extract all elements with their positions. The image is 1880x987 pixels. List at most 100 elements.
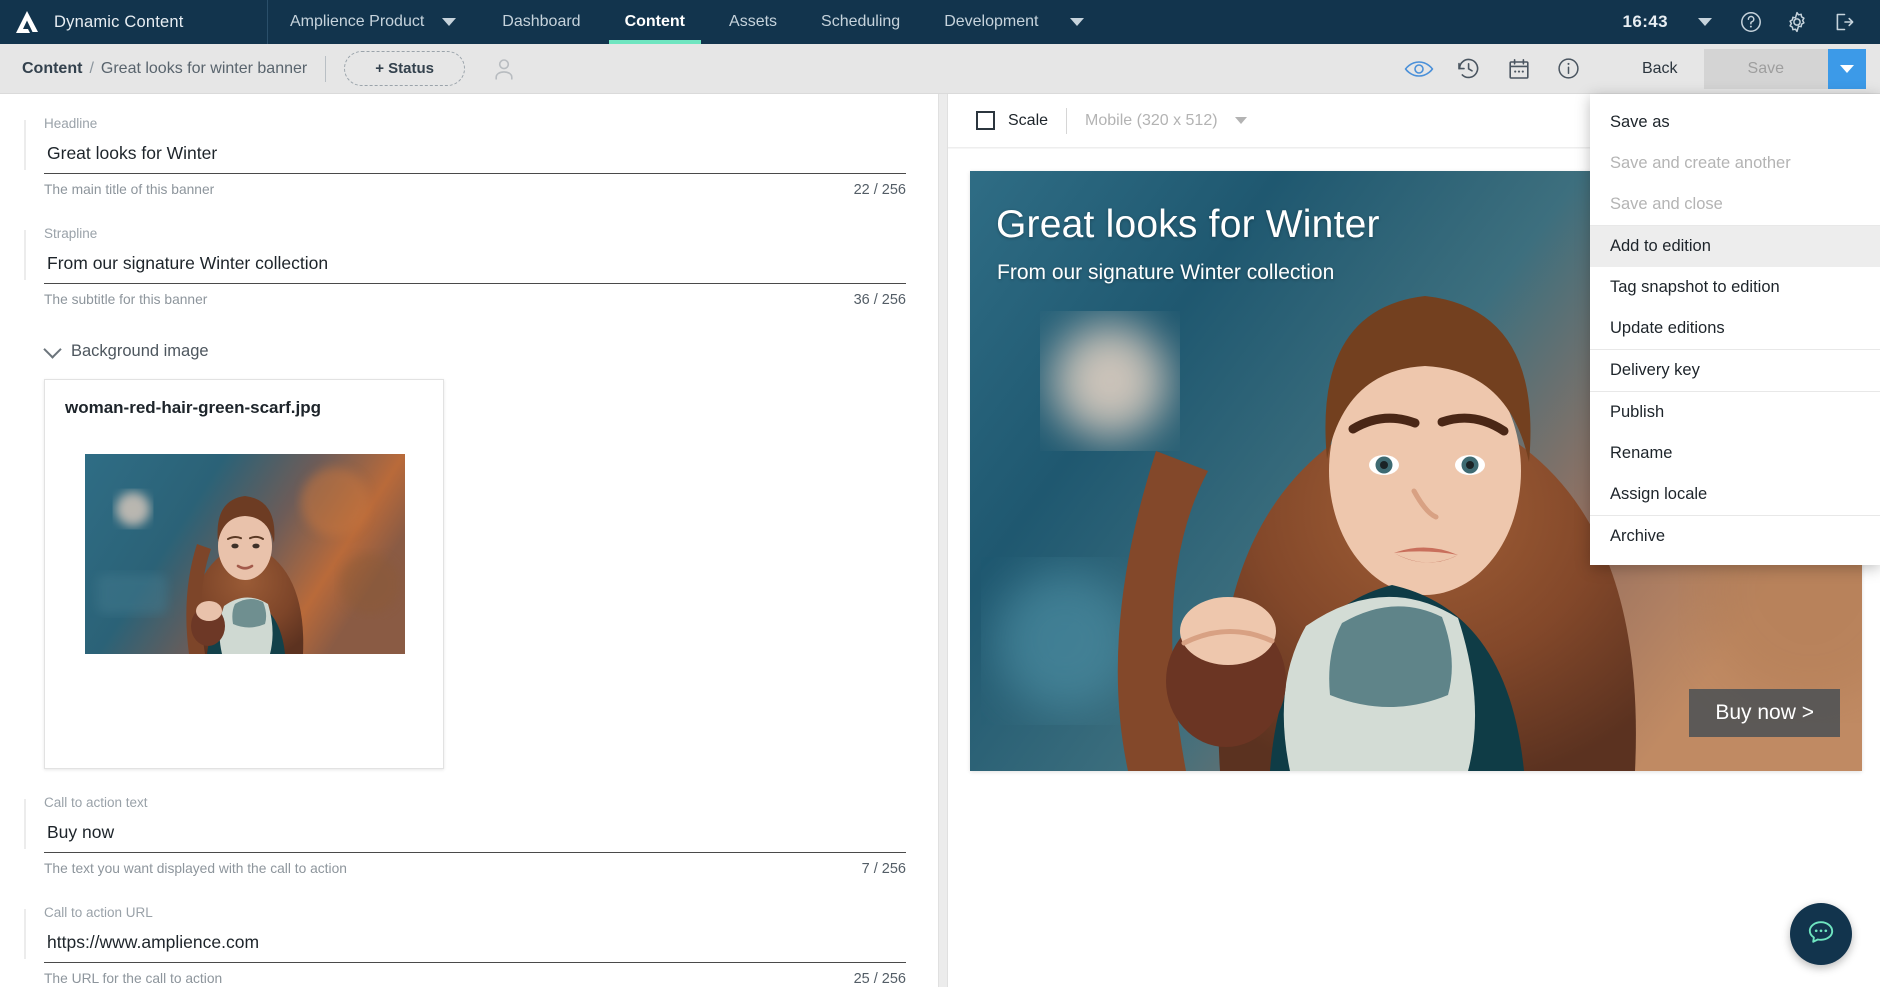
background-image-section-header[interactable]: Background image [0, 336, 938, 361]
history-clock-icon[interactable] [1448, 48, 1490, 90]
tab-development[interactable]: Development [922, 0, 1060, 44]
brand-name: Dynamic Content [54, 12, 184, 31]
tab-content-label: Content [624, 13, 686, 30]
product-switcher[interactable]: Amplience Product [268, 0, 432, 44]
scale-checkbox[interactable] [976, 111, 995, 130]
nav-more-chevron-down-icon[interactable] [1060, 0, 1108, 44]
brand-area: Dynamic Content [0, 0, 268, 44]
tab-development-label: Development [944, 13, 1039, 30]
tab-assets-label: Assets [729, 13, 778, 30]
page-action-bar: Content / Great looks for winter banner … [0, 44, 1880, 94]
tab-dashboard-label: Dashboard [502, 13, 581, 30]
menu-item-assign-locale[interactable]: Assign locale [1590, 474, 1880, 515]
chevron-down-icon [1235, 116, 1247, 124]
background-image-asset-card[interactable]: woman-red-hair-green-scarf.jpg [44, 379, 444, 769]
chevron-down-icon[interactable] [432, 0, 480, 44]
asset-thumbnail [85, 454, 405, 654]
scale-label: Scale [1008, 111, 1049, 129]
device-size-select[interactable]: Mobile (320 x 512) [1085, 112, 1247, 130]
info-circle-icon[interactable] [1548, 48, 1590, 90]
background-image-section-title: Background image [71, 342, 209, 360]
strapline-footer: The subtitle for this banner 36 / 256 [44, 292, 906, 308]
menu-item-save-and-close: Save and close [1610, 195, 1723, 213]
save-button[interactable]: Save [1703, 48, 1828, 89]
chat-support-button[interactable] [1790, 903, 1852, 965]
strapline-char-count: 36 / 256 [853, 292, 906, 308]
toolbar-divider [1066, 107, 1068, 134]
gear-icon[interactable] [1774, 0, 1820, 44]
menu-group-actions: Publish Rename Assign locale [1590, 391, 1880, 515]
tab-dashboard[interactable]: Dashboard [480, 0, 602, 44]
headline-label: Headline [44, 116, 98, 131]
pane-divider[interactable] [938, 94, 948, 987]
field-headline: Headline The main title of this banner 2… [0, 116, 938, 198]
cta-text-label: Call to action text [44, 795, 148, 810]
menu-item-delivery-key[interactable]: Delivery key [1590, 350, 1880, 391]
product-switcher-label: Amplience Product [290, 13, 425, 30]
field-cta-url: Call to action URL The URL for the call … [0, 905, 938, 987]
tab-scheduling-label: Scheduling [821, 13, 901, 30]
menu-group-delivery: Delivery key [1590, 349, 1880, 391]
question-circle-icon[interactable] [1728, 0, 1774, 44]
field-cta-text: Call to action text The text you want di… [0, 795, 938, 877]
chat-bubble-icon [1805, 916, 1837, 953]
strapline-input[interactable] [44, 251, 906, 284]
calendar-icon[interactable] [1498, 48, 1540, 90]
add-status-button[interactable]: + Status [344, 51, 465, 86]
menu-group-editions: Add to edition Tag snapshot to edition U… [1590, 225, 1880, 349]
banner-cta-button[interactable]: Buy now > [1689, 689, 1840, 737]
menu-item-tag-snapshot-to-edition[interactable]: Tag snapshot to edition [1590, 267, 1880, 308]
chevron-down-icon [43, 339, 62, 359]
preview-eye-icon[interactable] [1398, 48, 1440, 90]
field-strapline: Strapline The subtitle for this banner 3… [0, 226, 938, 308]
clock-chevron-down-icon[interactable] [1682, 0, 1728, 44]
menu-item-publish[interactable]: Publish [1590, 392, 1880, 433]
tab-scheduling[interactable]: Scheduling [799, 0, 922, 44]
banner-strapline: From our signature Winter collection [997, 261, 1335, 284]
asset-filename: woman-red-hair-green-scarf.jpg [65, 398, 321, 417]
cta-text-input[interactable] [44, 820, 906, 853]
cta-url-input[interactable] [44, 930, 906, 963]
menu-item-rename[interactable]: Rename [1590, 433, 1880, 474]
amplience-logo-icon [14, 9, 40, 35]
banner-headline: Great looks for Winter [996, 203, 1380, 246]
cta-url-char-count: 25 / 256 [853, 971, 906, 987]
headline-footer: The main title of this banner 22 / 256 [44, 182, 906, 198]
logout-icon[interactable] [1820, 0, 1866, 44]
clock-display: 16:43 [1622, 12, 1668, 31]
nav-right-group: 16:43 [1609, 0, 1880, 44]
save-options-menu: Save as Save and create another Save and… [1590, 94, 1880, 565]
cta-url-help: The URL for the call to action [44, 971, 223, 986]
breadcrumb-leaf: Great looks for winter banner [100, 59, 308, 77]
tab-assets[interactable]: Assets [707, 0, 799, 44]
nav-items: Amplience Product Dashboard Content Asse… [268, 0, 1108, 44]
menu-item-archive[interactable]: Archive [1590, 516, 1880, 557]
top-navigation-bar: Dynamic Content Amplience Product Dashbo… [0, 0, 1880, 44]
breadcrumb-root[interactable]: Content [22, 60, 82, 78]
menu-item-save-and-create-another: Save and create another [1610, 154, 1791, 172]
headline-help: The main title of this banner [44, 182, 215, 197]
strapline-label: Strapline [44, 226, 98, 241]
device-size-value: Mobile (320 x 512) [1085, 111, 1218, 129]
breadcrumb-divider [325, 55, 327, 82]
menu-item-add-to-edition[interactable]: Add to edition [1590, 226, 1880, 267]
back-button[interactable]: Back [1616, 51, 1704, 87]
cta-text-char-count: 7 / 256 [861, 861, 906, 877]
headline-char-count: 22 / 256 [853, 182, 906, 198]
save-options-chevron-down-icon[interactable] [1828, 48, 1866, 89]
cta-url-label: Call to action URL [44, 905, 153, 920]
headline-input[interactable] [44, 141, 906, 174]
tab-content[interactable]: Content [603, 0, 707, 44]
breadcrumb-separator: / [89, 59, 94, 77]
menu-group-archive: Archive [1590, 515, 1880, 557]
subheader-icon-group [1398, 48, 1590, 90]
strapline-help: The subtitle for this banner [44, 292, 208, 307]
menu-group-save: Save as Save and create another Save and… [1590, 102, 1880, 225]
menu-item-update-editions[interactable]: Update editions [1590, 308, 1880, 349]
cta-text-help: The text you want displayed with the cal… [44, 861, 347, 876]
menu-item-save-as[interactable]: Save as [1590, 102, 1880, 143]
user-avatar-icon[interactable] [491, 56, 517, 82]
content-form-panel: Headline The main title of this banner 2… [0, 94, 938, 987]
cta-text-footer: The text you want displayed with the cal… [44, 861, 906, 877]
